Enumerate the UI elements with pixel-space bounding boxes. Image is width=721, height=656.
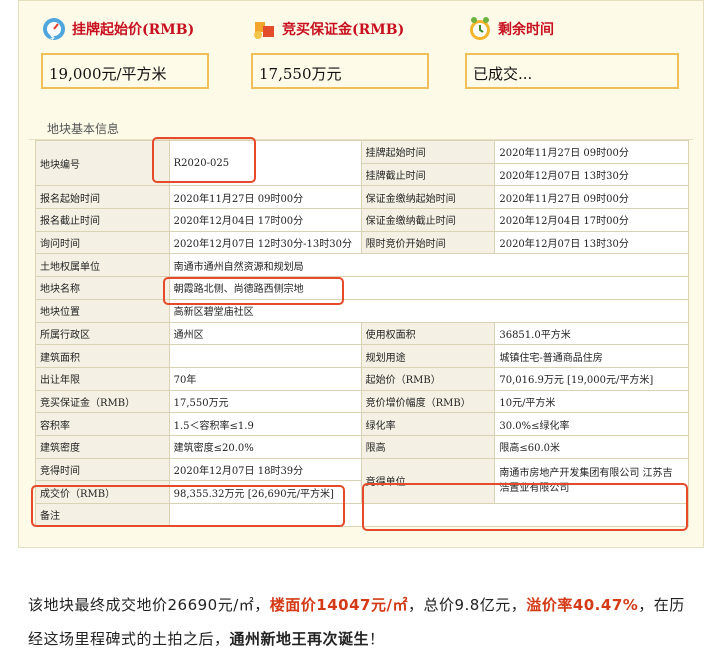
cell-value: 70,016.9万元 [19,000元/平方米] xyxy=(494,366,689,391)
table-row: 地块编号 R2020-025 挂牌起始时间 2020年11月27日 09时00分 xyxy=(35,139,689,187)
location-label: 地块位置 xyxy=(35,298,170,323)
cell-label: 规划用途 xyxy=(360,344,496,368)
deposit-value: 17,550万元 xyxy=(251,53,429,89)
listing-start-value: 2020年11月27日 09时00分 xyxy=(494,140,689,164)
table-row: 建筑面积 规划用途 城镇住宅-普通商品住房 xyxy=(35,344,689,368)
caption-part: ！ xyxy=(369,630,385,648)
cell-label: 建筑面积 xyxy=(35,344,170,368)
summary-caption: 该地块最终成交地价26690元/㎡，楼面价14047元/㎡，总价9.8亿元，溢价… xyxy=(28,588,698,656)
cell-value: 30.0%≤绿化率 xyxy=(494,412,689,436)
cell-label: 竞价增价幅度（RMB） xyxy=(360,389,496,414)
listing-start-label: 挂牌起始时间 xyxy=(360,140,496,164)
table-row: 地块名称 朝霞路北侧、尚德路西侧宗地 xyxy=(35,276,690,300)
winner-line-2: 浩置业有限公司 xyxy=(499,482,570,494)
owner-value: 南通市通州自然资源和规划局 xyxy=(168,253,690,278)
table-row: 询问时间 2020年12月07日 12时30分-13时30分 限时竞价开始时间 … xyxy=(35,230,689,255)
cell-label: 容积率 xyxy=(35,412,170,436)
starting-price-value: 19,000元/平方米 xyxy=(41,53,209,89)
table-row: 土地权属单位 南通市通州自然资源和规划局 xyxy=(35,253,690,278)
cell-label: 限时竞价开始时间 xyxy=(360,230,496,255)
cell-label: 询问时间 xyxy=(35,230,170,255)
cell-value: 限高≤60.0米 xyxy=(494,434,689,459)
cell-label: 报名起始时间 xyxy=(35,185,170,210)
land-auction-screenshot: $ 挂牌起始价(RMB) 19,000元/平方米 竞买保证金(RMB) 17,5… xyxy=(18,0,704,548)
cell-value: 70年 xyxy=(168,366,362,391)
cell-value: 城镇住宅-普通商品住房 xyxy=(494,344,689,368)
table-row: 建筑密度 建筑密度≤20.0% 限高 限高≤60.0米 xyxy=(35,434,689,459)
cell-value: 2020年12月04日 17时00分 xyxy=(168,208,362,232)
parcel-info-table: 地块编号 R2020-025 挂牌起始时间 2020年11月27日 09时00分… xyxy=(35,139,690,527)
parcel-name-value: 朝霞路北侧、尚德路西侧宗地 xyxy=(168,276,690,300)
cell-value: 2020年12月07日 12时30分-13时30分 xyxy=(168,230,362,255)
price-gauge-icon: $ xyxy=(41,16,67,42)
cell-value: 2020年11月27日 09时00分 xyxy=(494,185,689,210)
deposit-icon xyxy=(251,16,277,42)
winner-label: 竞得单位 xyxy=(360,457,496,505)
cell-value: 通州区 xyxy=(168,321,362,346)
cell-label: 保证金缴纳截止时间 xyxy=(360,208,496,232)
caption-premium-rate: 溢价率40.47% xyxy=(526,596,639,614)
cell-label: 绿化率 xyxy=(360,412,496,436)
starting-price-label: 挂牌起始价(RMB) xyxy=(72,22,195,38)
cell-value: 1.5＜容积率≤1.9 xyxy=(168,412,362,436)
cell-label: 使用权面积 xyxy=(360,321,496,346)
caption-new-land-king: 通州新地王再次诞生 xyxy=(229,630,370,648)
svg-text:$: $ xyxy=(50,33,55,41)
cell-value: 2020年11月27日 09时00分 xyxy=(168,185,362,210)
table-row: 竞买保证金（RMB） 17,550万元 竞价增价幅度（RMB） 10元/平方米 xyxy=(35,389,689,414)
table-row: 出让年限 70年 起始价（RMB） 70,016.9万元 [19,000元/平方… xyxy=(35,366,689,391)
cell-value: 10元/平方米 xyxy=(494,389,689,414)
remark-value xyxy=(168,503,690,527)
parcel-no-label: 地块编号 xyxy=(35,139,170,187)
table-row: 报名截止时间 2020年12月04日 17时00分 保证金缴纳截止时间 2020… xyxy=(35,208,689,232)
remaining-time-value: 已成交... xyxy=(465,53,679,89)
winner-line-1: 南通市房地产开发集团有限公司 江苏吉 xyxy=(499,467,673,479)
cell-label: 保证金缴纳起始时间 xyxy=(360,185,496,210)
cell-value: 建筑密度≤20.0% xyxy=(168,434,362,459)
remaining-time-label: 剩余时间 xyxy=(498,22,554,38)
listing-end-value: 2020年12月07日 13时30分 xyxy=(494,162,689,187)
parcel-name-label: 地块名称 xyxy=(35,276,170,300)
section-title: 地块基本信息 xyxy=(47,122,120,136)
table-row: 报名起始时间 2020年11月27日 09时00分 保证金缴纳起始时间 2020… xyxy=(35,185,689,210)
deal-price-label: 成交价（RMB） xyxy=(35,480,170,504)
table-row: 容积率 1.5＜容积率≤1.9 绿化率 30.0%≤绿化率 xyxy=(35,412,689,436)
location-value: 高新区碧堂庙社区 xyxy=(168,298,690,323)
table-row: 地块位置 高新区碧堂庙社区 xyxy=(35,298,690,323)
cell-value: 2020年12月04日 17时00分 xyxy=(494,208,689,232)
cell-label: 所属行政区 xyxy=(35,321,170,346)
remark-label: 备注 xyxy=(35,503,170,527)
owner-label: 土地权属单位 xyxy=(35,253,170,278)
cell-value: 17,550万元 xyxy=(168,389,362,414)
caption-floor-price: 楼面价14047元/㎡ xyxy=(269,596,408,614)
table-row: 备注 xyxy=(35,503,690,527)
cell-label: 竞买保证金（RMB） xyxy=(35,389,170,414)
bid-time-value: 2020年12月07日 18时39分 xyxy=(168,457,362,482)
cell-label: 建筑密度 xyxy=(35,434,170,459)
bid-time-label: 竞得时间 xyxy=(35,457,170,482)
table-row: 竞得时间 2020年12月07日 18时39分 竞得单位 南通市房地产开发集团有… xyxy=(35,457,689,505)
table-row: 所属行政区 通州区 使用权面积 36851.0平方米 xyxy=(35,321,689,346)
listing-end-label: 挂牌截止时间 xyxy=(360,162,496,187)
parcel-no-value: R2020-025 xyxy=(168,139,362,187)
cell-label: 出让年限 xyxy=(35,366,170,391)
deposit-label: 竞买保证金(RMB) xyxy=(282,22,405,38)
winner-value: 南通市房地产开发集团有限公司 江苏吉 浩置业有限公司 xyxy=(494,457,689,505)
cell-value: 36851.0平方米 xyxy=(494,321,689,346)
caption-part: ，总价9.8亿元， xyxy=(407,596,527,614)
cell-value xyxy=(168,344,362,368)
cell-value: 2020年12月07日 13时30分 xyxy=(494,230,689,255)
caption-part: 该地块最终成交地价26690元/㎡， xyxy=(28,596,270,614)
cell-label: 报名截止时间 xyxy=(35,208,170,232)
cell-label: 起始价（RMB） xyxy=(360,366,496,391)
deal-price-value: 98,355.32万元 [26,690元/平方米] xyxy=(168,480,362,504)
cell-label: 限高 xyxy=(360,434,496,459)
clock-icon xyxy=(467,16,493,42)
